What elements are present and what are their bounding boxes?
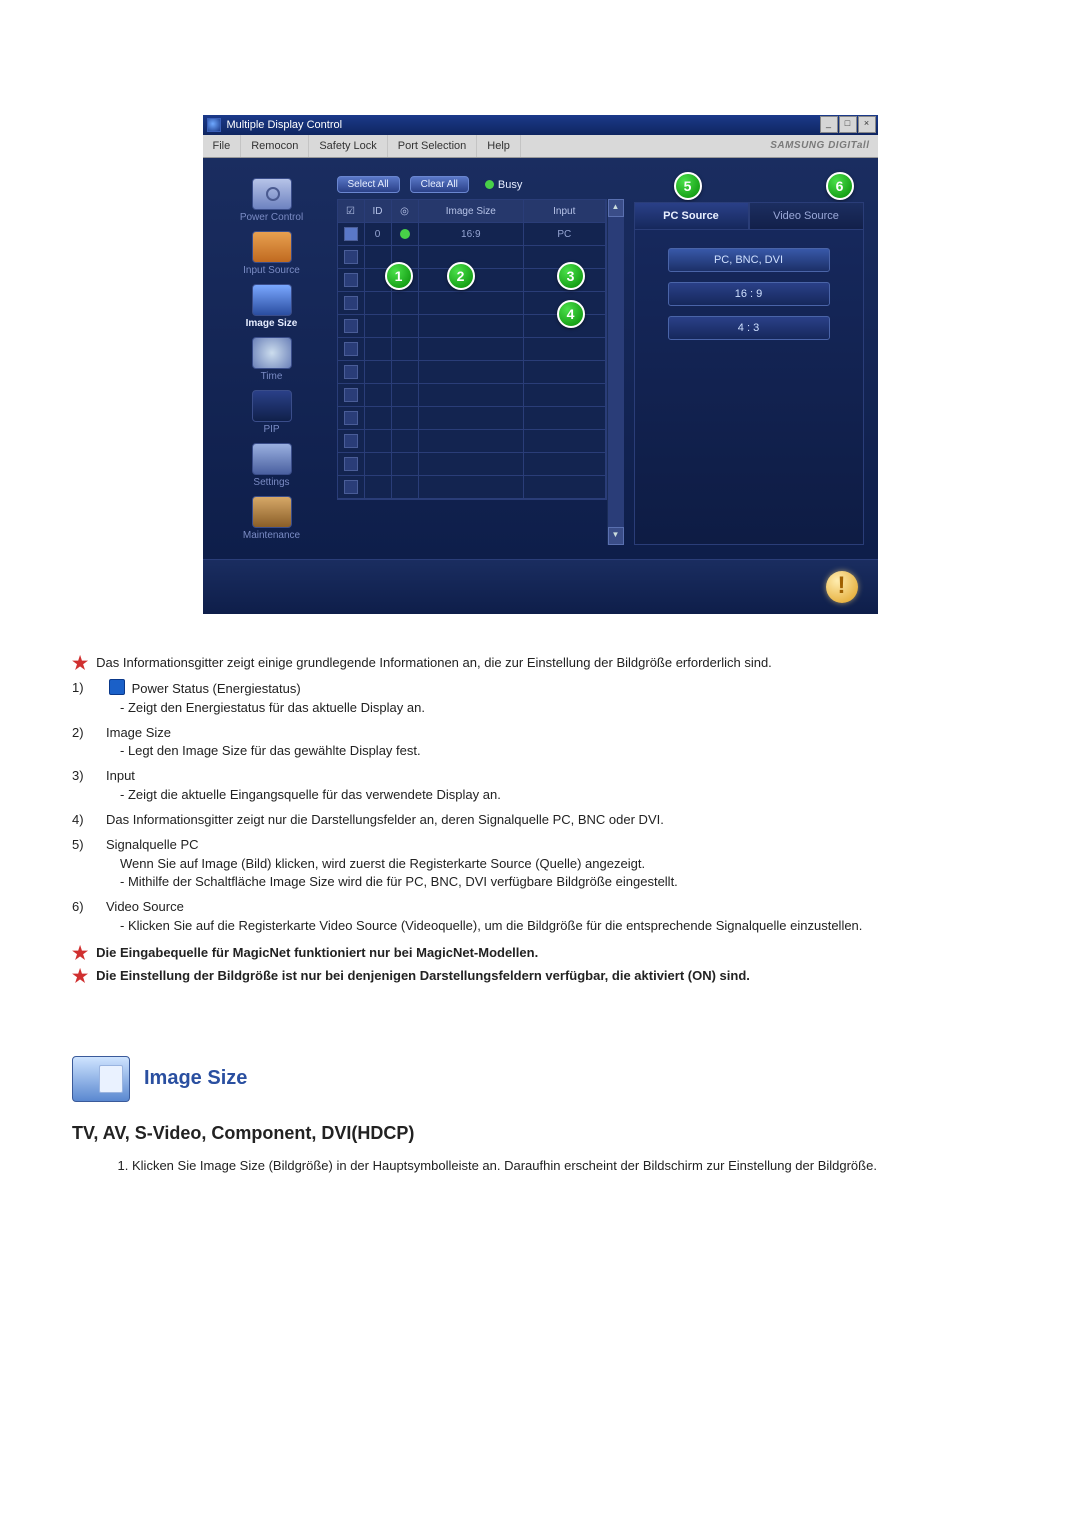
- busy-dot-icon: [485, 180, 494, 189]
- note-4: Das Informationsgitter zeigt nur die Dar…: [106, 811, 1008, 830]
- note-3-body: - Zeigt die aktuelle Eingangsquelle für …: [120, 786, 1008, 805]
- window-title: Multiple Display Control: [227, 119, 343, 131]
- image-size-section-icon: [72, 1056, 130, 1102]
- note-1-body: - Zeigt den Energiestatus für das aktuel…: [120, 699, 1008, 718]
- star-icon: ★: [72, 944, 88, 963]
- menu-file[interactable]: File: [203, 135, 242, 157]
- section-heading: Image Size: [144, 1064, 247, 1093]
- row-checkbox[interactable]: [344, 296, 358, 310]
- note-6-title: Video Source: [106, 899, 184, 914]
- power-icon: [252, 178, 292, 210]
- row-checkbox[interactable]: [344, 411, 358, 425]
- menu-safety-lock[interactable]: Safety Lock: [309, 135, 387, 157]
- row-checkbox[interactable]: [344, 342, 358, 356]
- row-checkbox[interactable]: [344, 227, 358, 241]
- nav-maintenance[interactable]: Maintenance: [217, 494, 327, 545]
- nav-settings[interactable]: Settings: [217, 441, 327, 492]
- ratio-16-9-button[interactable]: 16 : 9: [668, 282, 830, 306]
- table-row[interactable]: [338, 361, 606, 384]
- row-checkbox[interactable]: [344, 365, 358, 379]
- input-icon: [252, 231, 292, 263]
- nav-image-size[interactable]: Image Size: [217, 282, 327, 333]
- star-icon: ★: [72, 967, 88, 986]
- col-input: Input: [524, 200, 605, 223]
- note-2-body: - Legt den Image Size für das gewählte D…: [120, 742, 1008, 761]
- select-all-button[interactable]: Select All: [337, 176, 400, 193]
- step-1: Klicken Sie Image Size (Bildgröße) in de…: [132, 1156, 1008, 1176]
- close-icon[interactable]: ×: [858, 116, 876, 133]
- menu-help[interactable]: Help: [477, 135, 521, 157]
- warn-1: Die Eingabequelle für MagicNet funktioni…: [96, 945, 538, 960]
- pip-icon: [252, 390, 292, 422]
- menu-remocon[interactable]: Remocon: [241, 135, 309, 157]
- scrollbar[interactable]: ▲ ▼: [607, 199, 624, 545]
- nav-time[interactable]: Time: [217, 335, 327, 386]
- intro-text: Das Informationsgitter zeigt einige grun…: [96, 654, 772, 673]
- time-icon: [252, 337, 292, 369]
- note-3-title: Input: [106, 768, 135, 783]
- scroll-up-icon[interactable]: ▲: [608, 199, 624, 217]
- tab-video-source[interactable]: Video Source: [749, 202, 864, 230]
- table-row[interactable]: [338, 430, 606, 453]
- row-checkbox[interactable]: [344, 250, 358, 264]
- callout-5: 5: [674, 172, 702, 200]
- warn-2: Die Einstellung der Bildgröße ist nur be…: [96, 968, 750, 983]
- clear-all-button[interactable]: Clear All: [410, 176, 469, 193]
- settings-icon: [252, 443, 292, 475]
- note-2-title: Image Size: [106, 725, 171, 740]
- brand-label: SAMSUNG DIGITall: [770, 135, 869, 157]
- app-window: Multiple Display Control _ □ × File Remo…: [203, 115, 878, 614]
- callout-1: 1: [385, 262, 413, 290]
- row-checkbox[interactable]: [344, 434, 358, 448]
- col-checkbox[interactable]: ☑: [338, 200, 365, 223]
- row-checkbox[interactable]: [344, 319, 358, 333]
- table-row[interactable]: [338, 338, 606, 361]
- left-nav: Power Control Input Source Image Size Ti…: [217, 176, 327, 545]
- col-id: ID: [365, 200, 392, 223]
- callout-4: 4: [557, 300, 585, 328]
- note-5-title: Signalquelle PC: [106, 837, 199, 852]
- nav-input-source[interactable]: Input Source: [217, 229, 327, 280]
- col-image-size: Image Size: [419, 200, 525, 223]
- table-row[interactable]: 0 16:9 PC: [338, 223, 606, 246]
- power-status-icon: [109, 679, 125, 695]
- note-5b: - Mithilfe der Schaltfläche Image Size w…: [120, 873, 1008, 892]
- row-checkbox[interactable]: [344, 388, 358, 402]
- minimize-icon[interactable]: _: [820, 116, 838, 133]
- power-on-icon: [400, 229, 410, 239]
- app-icon: [207, 118, 221, 132]
- callout-3: 3: [557, 262, 585, 290]
- maximize-icon[interactable]: □: [839, 116, 857, 133]
- table-row[interactable]: [338, 384, 606, 407]
- row-checkbox[interactable]: [344, 457, 358, 471]
- table-row[interactable]: [338, 453, 606, 476]
- maintenance-icon: [252, 496, 292, 528]
- note-5a: Wenn Sie auf Image (Bild) klicken, wird …: [120, 855, 1008, 874]
- table-row[interactable]: [338, 407, 606, 430]
- ratio-4-3-button[interactable]: 4 : 3: [668, 316, 830, 340]
- menu-port-selection[interactable]: Port Selection: [388, 135, 477, 157]
- section-subheading: TV, AV, S-Video, Component, DVI(HDCP): [72, 1120, 1008, 1146]
- note-1-title: Power Status (Energiestatus): [132, 681, 301, 696]
- note-6-body: - Klicken Sie auf die Registerkarte Vide…: [120, 917, 1008, 936]
- titlebar: Multiple Display Control _ □ ×: [203, 115, 878, 135]
- group-label: PC, BNC, DVI: [668, 248, 830, 272]
- nav-power-control[interactable]: Power Control: [217, 176, 327, 227]
- display-grid: ☑ ID ◎ Image Size Input 0 16:9: [337, 199, 607, 500]
- image-size-icon: [252, 284, 292, 316]
- row-checkbox[interactable]: [344, 273, 358, 287]
- info-icon: !: [826, 571, 858, 603]
- tab-pc-source[interactable]: PC Source: [634, 202, 749, 230]
- col-power: ◎: [392, 200, 419, 223]
- callout-2: 2: [447, 262, 475, 290]
- menubar: File Remocon Safety Lock Port Selection …: [203, 135, 878, 158]
- scroll-down-icon[interactable]: ▼: [608, 527, 624, 545]
- callout-6: 6: [826, 172, 854, 200]
- star-icon: ★: [72, 654, 88, 673]
- nav-pip[interactable]: PIP: [217, 388, 327, 439]
- busy-indicator: Busy: [485, 179, 522, 191]
- status-footer: !: [203, 559, 878, 614]
- row-checkbox[interactable]: [344, 480, 358, 494]
- table-row[interactable]: [338, 476, 606, 499]
